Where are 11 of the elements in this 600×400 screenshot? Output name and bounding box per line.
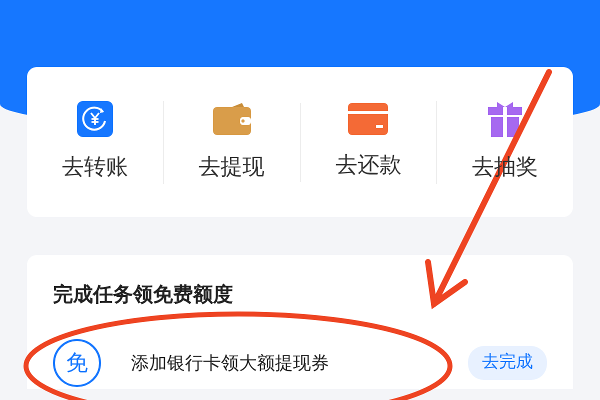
card-icon [348,102,388,134]
complete-button[interactable]: 去完成 [468,346,547,380]
gift-icon [487,100,524,136]
wallet-icon [212,100,252,136]
task-text: 添加银行卡领大额提现券 [131,352,330,376]
action-link[interactable]: 去还款 [335,148,402,182]
action-link[interactable]: 去转账 [62,150,128,184]
free-badge: 免 [53,339,101,387]
section-title: 完成任务领免费额度 [53,281,234,308]
action-link[interactable]: 去提现 [198,150,265,184]
transfer-icon [76,100,113,136]
